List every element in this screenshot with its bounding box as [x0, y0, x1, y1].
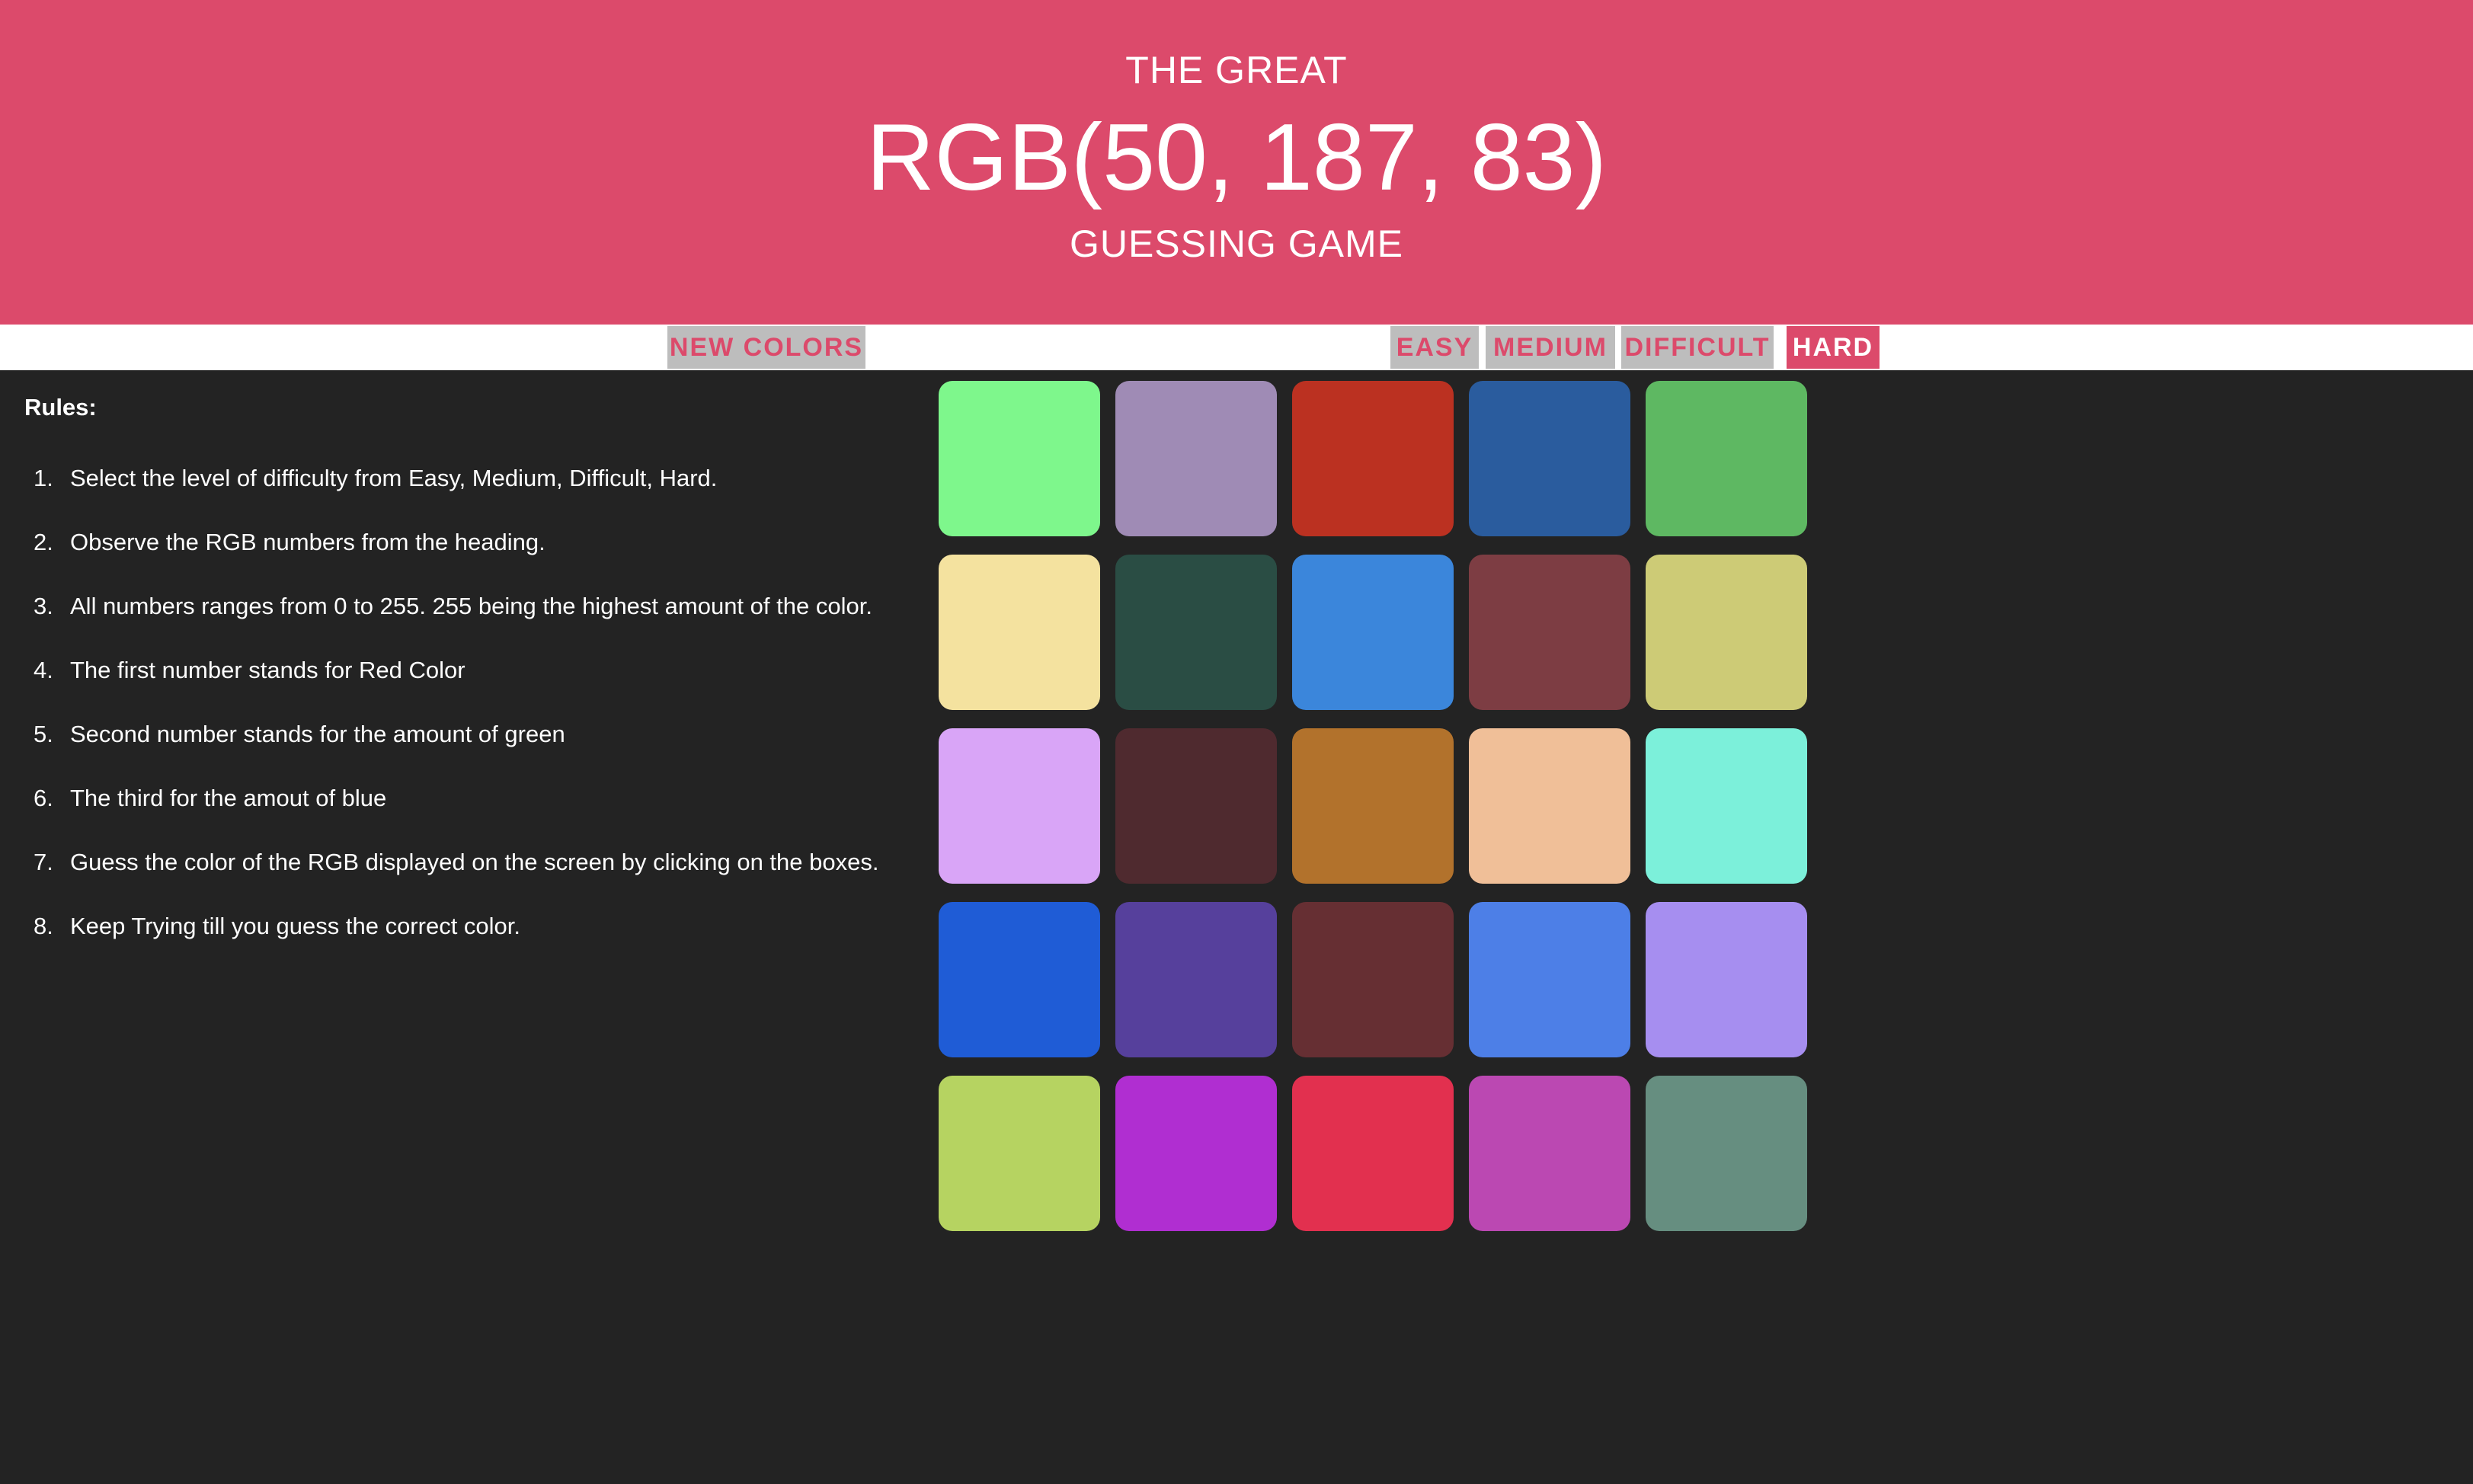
rules-panel: Rules: 1. Select the level of difficulty … — [24, 389, 923, 975]
rule-item: 3. All numbers ranges from 0 to 255. 255 … — [34, 593, 872, 619]
rule-item: 2. Observe the RGB numbers from the headi… — [34, 529, 545, 555]
color-square[interactable] — [939, 555, 1100, 710]
color-square[interactable] — [1115, 555, 1277, 710]
color-square[interactable] — [1469, 728, 1630, 884]
color-square[interactable] — [1469, 902, 1630, 1057]
color-square[interactable] — [1469, 381, 1630, 536]
rule-text: All numbers ranges from 0 to 255. 255 be… — [70, 593, 872, 619]
color-square[interactable] — [1292, 555, 1454, 710]
rule-text: Select the level of difficulty from Easy… — [70, 465, 718, 491]
new-colors-button[interactable]: NEW COLORS — [667, 326, 865, 369]
color-square[interactable] — [1115, 1076, 1277, 1231]
color-square[interactable] — [1646, 728, 1807, 884]
easy-button[interactable]: EASY — [1390, 326, 1479, 369]
color-square[interactable] — [1646, 381, 1807, 536]
rule-item: 1. Select the level of difficulty from Ea… — [34, 465, 718, 491]
control-bar — [0, 325, 2473, 370]
rule-item: 8. Keep Trying till you guess the correct… — [34, 913, 521, 939]
color-square[interactable] — [1292, 1076, 1454, 1231]
color-square[interactable] — [939, 1076, 1100, 1231]
rules-list: 1. Select the level of difficulty from Ea… — [24, 463, 923, 975]
title-bottom: GUESSING GAME — [1069, 222, 1404, 265]
color-square[interactable] — [939, 728, 1100, 884]
hard-button[interactable]: HARD — [1787, 326, 1880, 369]
rule-text: The third for the amout of blue — [70, 785, 387, 811]
difficult-button[interactable]: DIFFICULT — [1621, 326, 1774, 369]
color-square[interactable] — [1292, 728, 1454, 884]
rule-text: Keep Trying till you guess the correct c… — [70, 913, 521, 939]
color-square[interactable] — [1292, 381, 1454, 536]
rule-text: Second number stands for the amount of g… — [70, 721, 565, 747]
color-square[interactable] — [1115, 728, 1277, 884]
color-square[interactable] — [1646, 902, 1807, 1057]
color-grid — [939, 381, 1809, 1231]
medium-button[interactable]: MEDIUM — [1486, 326, 1615, 369]
color-square[interactable] — [1292, 902, 1454, 1057]
rule-text: The first number stands for Red Color — [70, 657, 465, 683]
rule-text: Guess the color of the RGB displayed on … — [70, 849, 879, 875]
color-square[interactable] — [1646, 555, 1807, 710]
color-square[interactable] — [939, 381, 1100, 536]
color-square[interactable] — [1115, 381, 1277, 536]
color-square[interactable] — [1646, 1076, 1807, 1231]
rule-item: 5. Second number stands for the amount of… — [34, 721, 565, 747]
rule-item: 7. Guess the color of the RGB displayed o… — [34, 849, 879, 875]
rule-text: Observe the RGB numbers from the heading… — [70, 529, 545, 555]
rules-title: Rules: — [24, 394, 97, 421]
header: THE GREAT RGB(50, 187, 83) GUESSING GAME — [0, 0, 2473, 325]
color-square[interactable] — [939, 902, 1100, 1057]
color-square[interactable] — [1115, 902, 1277, 1057]
rule-item: 4. The first number stands for Red Color — [34, 657, 465, 683]
title-top: THE GREAT — [1125, 49, 1348, 91]
rgb-display: RGB(50, 187, 83) — [866, 105, 1607, 210]
color-square[interactable] — [1469, 555, 1630, 710]
color-square[interactable] — [1469, 1076, 1630, 1231]
rule-item: 6. The third for the amout of blue — [34, 785, 387, 811]
